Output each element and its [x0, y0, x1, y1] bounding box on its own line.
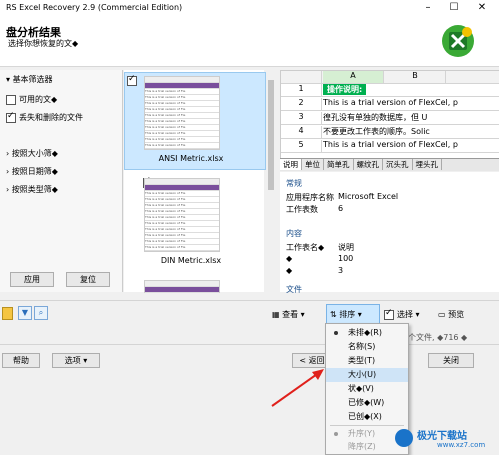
maximize-icon[interactable]: ☐: [444, 1, 464, 15]
menu-item-type[interactable]: 类型(T): [326, 354, 408, 368]
size-filter-group[interactable]: › 按照大小筛◆: [6, 148, 58, 159]
apply-button[interactable]: 应用: [10, 272, 54, 287]
chevron-down-icon: ▾: [80, 356, 88, 365]
checkbox-checked-icon: [384, 308, 394, 320]
menu-separator: [330, 425, 404, 426]
basic-filter-group[interactable]: ▾ 基本筛选器: [6, 74, 53, 85]
sheet-tab[interactable]: 螺纹孔: [354, 159, 383, 170]
table-row: 2 This is a trial version of FlexCel, p: [281, 98, 499, 111]
file-name: DIN Metric.xlsx: [160, 256, 222, 265]
menu-item-state[interactable]: 状◆(V): [326, 382, 408, 396]
radio-bullet-icon: [334, 331, 338, 335]
available-files-checkbox[interactable]: 可用的文◆: [6, 94, 57, 105]
column-header-row: A B: [281, 71, 499, 84]
sheet-tab[interactable]: 说明: [280, 159, 302, 170]
table-row: 5 This is a trial version of FlexCel, p: [281, 140, 499, 153]
red-arrow-icon: [271, 369, 324, 407]
column-header: B: [385, 71, 446, 83]
status-text: 个文件, ◆716 ◆: [408, 333, 468, 342]
lost-deleted-checkbox[interactable]: 丢失和删除的文件: [6, 111, 83, 123]
reset-button[interactable]: 复位: [66, 272, 110, 287]
sheet-tab[interactable]: 埋头孔: [413, 159, 442, 170]
folder-icon[interactable]: [2, 307, 13, 320]
options-button[interactable]: 选项 ▾: [52, 353, 100, 368]
preview-button[interactable]: ▭ 预览: [438, 309, 464, 320]
properties-panel: 常规 应用程序名称 Microsoft Excel 工作表数 6 内容 工作表名…: [280, 172, 499, 294]
sheet-tab[interactable]: 沉头孔: [383, 159, 413, 170]
section-file: 文件: [286, 285, 302, 294]
close-button[interactable]: 关闭: [428, 353, 474, 368]
file-thumbnail[interactable]: [144, 280, 220, 293]
spreadsheet-preview: A B 1 操作说明: 2 This is a trial version of…: [280, 70, 499, 160]
sheet-tab[interactable]: 简单孔: [324, 159, 354, 170]
select-button[interactable]: 选择 ▾: [384, 308, 420, 320]
menu-item-unsorted[interactable]: 未排◆(R): [326, 326, 408, 340]
bottom-toolbar: ▼ ⌕ ▦ 查看 ▾ ⇅ 排序 ▾ 选择 ▾ ▭ 预览 个文件, ◆716 ◆: [0, 300, 499, 342]
section-content: 内容: [286, 229, 302, 238]
view-icon: ▦: [272, 310, 283, 319]
sort-icon: ⇅: [330, 310, 340, 319]
file-thumbnail[interactable]: This is a trial version of Fle This is a …: [144, 76, 220, 150]
preview-icon: ▭: [438, 310, 449, 319]
radio-bullet-icon: [334, 432, 338, 436]
checkbox-checked-icon: [6, 111, 16, 123]
filter-icon[interactable]: ▼: [18, 306, 32, 320]
chevron-down-icon: ▾: [355, 310, 362, 319]
date-filter-group[interactable]: › 按照日期筛◆: [6, 166, 58, 177]
table-row: 4 不要更改工作表的顺序。Solic: [281, 126, 499, 139]
file-list: This is a trial version of FleThis is a …: [124, 70, 266, 293]
menu-item-size[interactable]: 大小(U): [326, 368, 408, 382]
view-button[interactable]: ▦ 查看 ▾: [272, 309, 305, 320]
checkbox-icon: [6, 94, 16, 105]
section-general: 常规: [286, 179, 302, 188]
wizard-header: 盘分析结果 选择你想恢复的文◆: [0, 16, 499, 67]
search-icon[interactable]: ⌕: [34, 306, 48, 320]
page-subtitle: 选择你想恢复的文◆: [8, 39, 79, 48]
chevron-down-icon: ▾: [413, 310, 420, 319]
sheet-tabs: 说明 单位 简单孔 螺纹孔 沉头孔 埋头孔: [280, 158, 499, 171]
help-button[interactable]: 帮助: [2, 353, 40, 368]
close-icon[interactable]: ✕: [472, 1, 492, 15]
table-row: 1 操作说明:: [281, 84, 499, 97]
column-header: A: [323, 71, 384, 83]
sheet-tab[interactable]: 单位: [302, 159, 324, 170]
app-logo-icon: [442, 25, 474, 57]
menu-item-created[interactable]: 已创◆(X): [326, 410, 408, 424]
filter-panel: ▾ 基本筛选器 可用的文◆ 丢失和删除的文件 › 按照大小筛◆ › 按照日期筛◆…: [0, 70, 123, 292]
scrollbar-thumb[interactable]: [268, 80, 274, 190]
title-bar: RS Excel Recovery 2.9 (Commercial Editio…: [0, 0, 499, 16]
wizard-buttons: 帮助 选项 ▾ < 返回 关闭: [0, 344, 499, 375]
type-filter-group[interactable]: › 按照类型筛◆: [6, 184, 58, 195]
watermark: 极光下载站 www.xz7.com: [395, 425, 495, 451]
file-thumbnail[interactable]: This is a trial version of Fle This is a …: [144, 178, 220, 252]
watermark-logo-icon: [395, 429, 413, 447]
minimize-icon[interactable]: –: [418, 1, 438, 15]
window-title: RS Excel Recovery 2.9 (Commercial Editio…: [6, 3, 183, 12]
sort-label: ⇅ 排序 ▾: [330, 310, 362, 319]
file-name: ANSI Metric.xlsx: [158, 154, 224, 163]
menu-item-name[interactable]: 名称(S): [326, 340, 408, 354]
table-row: 3 徨孔没有单独的数据库，但 U: [281, 112, 499, 125]
file-checkbox[interactable]: [127, 74, 137, 86]
chevron-down-icon: ▾: [298, 310, 305, 319]
menu-item-modified[interactable]: 已修◆(W): [326, 396, 408, 410]
